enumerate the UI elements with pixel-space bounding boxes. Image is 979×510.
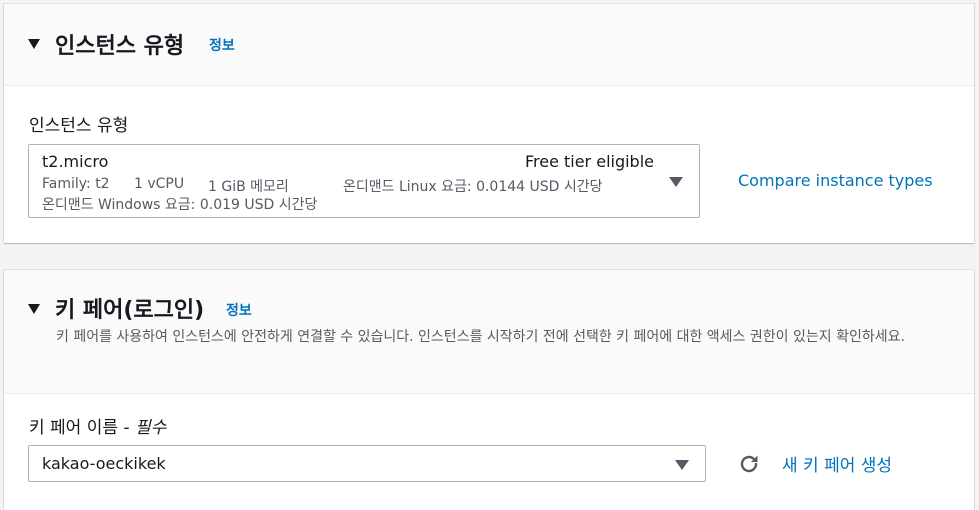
instance-memory: 1 GiB 메모리: [208, 179, 289, 195]
dropdown-caret-icon: [669, 177, 683, 187]
collapse-caret-icon[interactable]: [28, 39, 40, 49]
instance-type-info-link[interactable]: 정보: [209, 35, 235, 55]
instance-windows-price: 온디맨드 Windows 요금: 0.019 USD 시간당: [42, 197, 318, 213]
key-pair-title: 키 페어(로그인): [55, 298, 205, 323]
instance-type-select[interactable]: t2.micro Free tier eligible Family: t2 1…: [28, 144, 700, 218]
key-pair-info-link[interactable]: 정보: [226, 300, 252, 320]
key-pair-description: 키 페어를 사용하여 인스턴스에 안전하게 연결할 수 있습니다. 인스턴스를 …: [56, 329, 905, 345]
key-pair-panel: 키 페어(로그인) 정보 키 페어를 사용하여 인스턴스에 안전하게 연결할 수…: [4, 270, 974, 510]
compare-instance-types-link[interactable]: Compare instance types: [738, 171, 933, 190]
instance-type-panel: 인스턴스 유형 정보 인스턴스 유형 t2.micro Free tier el…: [4, 4, 974, 243]
instance-name: t2.micro: [42, 152, 109, 171]
instance-family: Family: t2: [42, 176, 110, 192]
refresh-icon[interactable]: [737, 452, 761, 476]
key-pair-selected-value: kakao-oeckikek: [42, 454, 166, 473]
key-pair-select[interactable]: kakao-oeckikek: [28, 445, 706, 482]
instance-vcpu: 1 vCPU: [134, 176, 185, 192]
required-note: - 필수: [118, 418, 167, 438]
instance-linux-price: 온디맨드 Linux 요금: 0.0144 USD 시간당: [343, 179, 603, 195]
key-pair-name-label-text: 키 페어 이름: [29, 418, 119, 438]
key-pair-header[interactable]: 키 페어(로그인) 정보 키 페어를 사용하여 인스턴스에 안전하게 연결할 수…: [4, 270, 974, 394]
instance-type-title: 인스턴스 유형: [55, 34, 185, 59]
instance-type-field-label: 인스턴스 유형: [29, 116, 129, 136]
collapse-caret-icon[interactable]: [28, 304, 40, 314]
key-pair-name-label: 키 페어 이름 - 필수: [29, 413, 166, 438]
free-tier-badge: Free tier eligible: [524, 152, 654, 171]
dropdown-caret-icon: [675, 460, 689, 470]
instance-type-header[interactable]: 인스턴스 유형 정보: [4, 4, 974, 86]
create-key-pair-link[interactable]: 새 키 페어 생성: [782, 451, 892, 476]
